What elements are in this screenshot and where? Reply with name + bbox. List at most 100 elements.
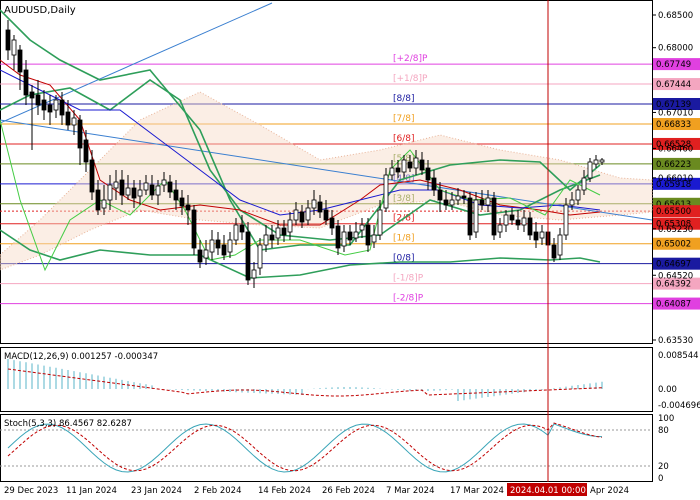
candlestick[interactable] (155, 185, 161, 196)
candlestick[interactable] (551, 244, 557, 259)
candlestick[interactable] (113, 181, 119, 189)
candlestick[interactable] (557, 234, 563, 256)
candlestick[interactable] (305, 207, 311, 221)
candlestick[interactable] (587, 161, 593, 179)
candlestick[interactable] (365, 224, 371, 246)
candlestick[interactable] (473, 199, 479, 233)
candlestick[interactable] (509, 214, 515, 221)
candlestick[interactable] (281, 227, 287, 236)
candlestick[interactable] (35, 94, 41, 106)
candlestick[interactable] (515, 219, 521, 226)
candlestick[interactable] (77, 119, 83, 149)
candlestick[interactable] (299, 211, 305, 223)
candlestick[interactable] (221, 244, 227, 256)
candlestick[interactable] (329, 217, 335, 229)
candlestick[interactable] (497, 224, 503, 233)
candlestick[interactable] (245, 231, 251, 281)
candlestick[interactable] (437, 189, 443, 201)
candlestick[interactable] (107, 184, 113, 201)
candlestick[interactable] (563, 204, 569, 236)
candlestick[interactable] (191, 209, 197, 249)
candlestick[interactable] (371, 234, 377, 243)
candlestick[interactable] (467, 197, 473, 236)
candlestick[interactable] (173, 189, 179, 201)
candlestick[interactable] (581, 177, 587, 191)
candlestick[interactable] (65, 111, 71, 126)
candlestick[interactable] (275, 227, 281, 239)
candlestick[interactable] (17, 49, 23, 73)
candlestick[interactable] (179, 197, 185, 207)
candlestick[interactable] (59, 99, 65, 116)
candlestick[interactable] (449, 199, 455, 206)
candlestick[interactable] (599, 159, 605, 163)
candlestick[interactable] (311, 199, 317, 209)
candlestick[interactable] (401, 159, 407, 173)
candlestick[interactable] (539, 231, 545, 239)
candlestick[interactable] (197, 249, 203, 263)
candlestick[interactable] (227, 239, 233, 253)
candlestick[interactable] (347, 231, 353, 241)
candlestick[interactable] (257, 244, 263, 269)
candlestick[interactable] (461, 195, 467, 199)
candlestick[interactable] (533, 231, 539, 241)
candlestick[interactable] (479, 199, 485, 206)
candlestick[interactable] (575, 189, 581, 201)
candlestick[interactable] (101, 199, 107, 209)
candlestick[interactable] (431, 177, 437, 191)
candlestick[interactable] (419, 159, 425, 171)
candlestick[interactable] (569, 199, 575, 206)
candlestick[interactable] (425, 167, 431, 181)
candlestick[interactable] (353, 231, 359, 239)
candlestick[interactable] (491, 197, 497, 236)
candlestick[interactable] (521, 217, 527, 226)
candlestick[interactable] (389, 167, 395, 176)
candlestick[interactable] (413, 157, 419, 169)
candlestick[interactable] (443, 199, 449, 206)
candlestick[interactable] (323, 209, 329, 221)
candlestick[interactable] (527, 217, 533, 236)
candlestick[interactable] (335, 225, 341, 249)
candlestick[interactable] (377, 209, 383, 236)
candlestick[interactable] (503, 214, 509, 226)
candlestick[interactable] (167, 181, 173, 193)
candlestick[interactable] (83, 139, 89, 163)
candlestick[interactable] (89, 159, 95, 193)
candlestick[interactable] (137, 189, 143, 197)
candlestick[interactable] (293, 209, 299, 221)
candlestick[interactable] (287, 219, 293, 233)
candlestick[interactable] (233, 224, 239, 241)
candlestick[interactable] (383, 174, 389, 209)
candlestick[interactable] (455, 195, 461, 201)
candlestick[interactable] (5, 29, 11, 51)
candlestick[interactable] (185, 204, 191, 211)
candlestick[interactable] (161, 179, 167, 186)
candlestick[interactable] (71, 117, 77, 126)
candlestick[interactable] (269, 234, 275, 241)
candlestick[interactable] (53, 99, 59, 111)
candlestick[interactable] (593, 159, 599, 165)
candlestick[interactable] (485, 197, 491, 206)
candlestick[interactable] (47, 104, 53, 113)
candlestick[interactable] (149, 184, 155, 196)
candlestick[interactable] (317, 201, 323, 213)
candlestick[interactable] (215, 239, 221, 249)
candlestick[interactable] (341, 231, 347, 247)
candlestick[interactable] (263, 234, 269, 246)
candlestick[interactable] (407, 161, 413, 169)
candlestick[interactable] (95, 189, 101, 211)
candlestick[interactable] (209, 239, 215, 253)
candlestick[interactable] (359, 224, 365, 231)
candlestick[interactable] (395, 167, 401, 173)
candlestick[interactable] (239, 224, 245, 233)
candlestick[interactable] (203, 249, 209, 259)
candlestick[interactable] (251, 269, 257, 279)
candlestick[interactable] (23, 69, 29, 96)
candlestick[interactable] (143, 182, 149, 191)
candlestick[interactable] (11, 39, 17, 56)
chart-canvas[interactable]: [+2/8]P0.67749[+1/8]P0.67444[8/8]0.67139… (0, 0, 700, 500)
candlestick[interactable] (131, 187, 137, 199)
candlestick[interactable] (41, 99, 47, 111)
candlestick[interactable] (119, 179, 125, 196)
candlestick[interactable] (125, 187, 131, 196)
candlestick[interactable] (29, 91, 35, 99)
